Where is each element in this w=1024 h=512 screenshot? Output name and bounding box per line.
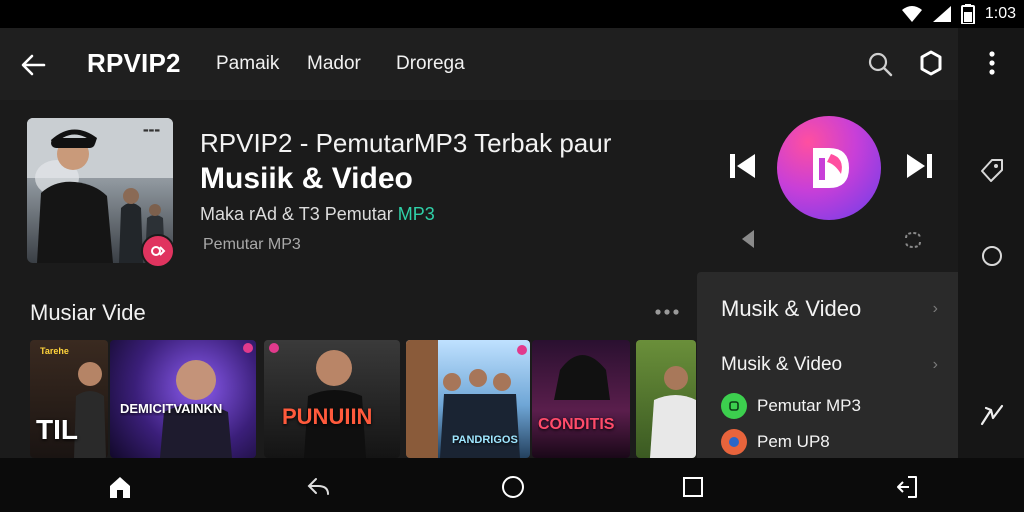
wifi-icon bbox=[901, 6, 922, 22]
tile-1[interactable]: Tarehe TIL bbox=[30, 340, 108, 458]
next-icon[interactable] bbox=[903, 150, 935, 182]
circle-icon[interactable] bbox=[977, 241, 1007, 271]
status-icons: 1:03 bbox=[901, 2, 1016, 26]
chevron-right-icon: › bbox=[932, 356, 938, 373]
hero-meta-small: Pemutar MP3 bbox=[203, 236, 301, 253]
tile-caption: TIL bbox=[36, 414, 78, 445]
system-nav-bar bbox=[0, 458, 1024, 512]
sparkle-icon[interactable] bbox=[977, 400, 1007, 430]
home-circle-icon[interactable] bbox=[500, 474, 526, 500]
tile-art bbox=[160, 343, 253, 458]
tile-art bbox=[650, 366, 696, 458]
tile-art bbox=[554, 355, 610, 400]
app-bar: RPVIP2 Pamaik Mador Drorega bbox=[0, 28, 958, 100]
tile-caption: PUNUIIN bbox=[282, 404, 373, 429]
hero-meta-accent: MP3 bbox=[397, 204, 435, 224]
repeat-icon[interactable] bbox=[902, 230, 924, 250]
recents-icon[interactable] bbox=[680, 474, 706, 500]
home-icon[interactable] bbox=[107, 474, 133, 500]
svg-text:▬▬▬: ▬▬▬ bbox=[143, 127, 160, 134]
green-app-icon bbox=[721, 393, 747, 419]
chevron-right-icon: › bbox=[932, 300, 938, 317]
exit-icon[interactable] bbox=[894, 474, 920, 500]
small-previous-icon[interactable] bbox=[738, 228, 758, 250]
orange-app-icon bbox=[721, 429, 747, 455]
overflow-menu-icon[interactable] bbox=[977, 48, 1007, 78]
dropdown-item-musik-video-1[interactable]: Musik & Video › bbox=[721, 296, 942, 322]
hero-headline: RPVIP2 - PemutarMP3 Terbak paur bbox=[200, 128, 612, 158]
dropdown-item-label: Pem UP8 bbox=[757, 432, 830, 451]
status-bar: 1:03 bbox=[0, 0, 1024, 28]
app-title: RPVIP2 bbox=[87, 48, 181, 78]
app-logo-icon bbox=[813, 148, 849, 188]
tile-caption: PANDRIGOS bbox=[452, 434, 518, 446]
dropdown-item-musik-video-2[interactable]: Musik & Video › bbox=[721, 354, 942, 376]
main-content: ▬▬▬ RPVIP2 - PemutarMP3 Terbak paur Musi… bbox=[0, 100, 958, 458]
previous-icon[interactable] bbox=[727, 150, 759, 182]
more-icon[interactable] bbox=[652, 300, 682, 324]
signal-icon bbox=[932, 6, 951, 22]
tile-caption: CONDITIS bbox=[538, 416, 615, 433]
tab-mador[interactable]: Mador bbox=[307, 53, 361, 75]
right-rail bbox=[958, 28, 1024, 458]
dropdown-item-pemutar-mp3[interactable]: Pemutar MP3 bbox=[721, 393, 942, 419]
tab-drorega[interactable]: Drorega bbox=[396, 53, 465, 75]
battery-icon bbox=[960, 4, 975, 24]
tile-caption: DEMICITVAINKN bbox=[120, 401, 223, 416]
search-icon[interactable] bbox=[866, 50, 894, 78]
tile-5[interactable]: CONDITIS bbox=[532, 340, 630, 458]
back-icon[interactable] bbox=[306, 474, 332, 500]
dropdown-item-label: Musik & Video bbox=[721, 296, 862, 321]
tile-3[interactable]: PUNUIIN bbox=[264, 340, 400, 458]
dropdown-item-pem-up8[interactable]: Pem UP8 bbox=[721, 429, 942, 455]
tile-6[interactable] bbox=[636, 340, 696, 458]
dropdown-item-label: Musik & Video bbox=[721, 354, 843, 375]
hero-subheadline: Musiik & Video bbox=[200, 162, 413, 195]
tile-2[interactable]: DEMICITVAINKN bbox=[110, 340, 256, 458]
dropdown-item-label: Pemutar MP3 bbox=[757, 396, 861, 415]
play-logo[interactable] bbox=[777, 116, 881, 220]
context-dropdown: Musik & Video › Musik & Video › Pemutar … bbox=[697, 272, 958, 458]
link-icon bbox=[151, 246, 166, 256]
tag-icon[interactable] bbox=[977, 155, 1007, 185]
tile-4[interactable]: PANDRIGOS bbox=[406, 340, 530, 458]
cover-badge-button[interactable] bbox=[141, 234, 175, 268]
tab-pamaik[interactable]: Pamaik bbox=[216, 53, 279, 75]
tile-art bbox=[269, 343, 366, 458]
cast-icon[interactable] bbox=[916, 48, 946, 78]
section-title: Musiar Vide bbox=[30, 300, 146, 325]
hero-meta-text: Maka rAd & T3 Pemutar bbox=[200, 204, 398, 224]
status-time: 1:03 bbox=[984, 5, 1016, 22]
hero-meta: Maka rAd & T3 Pemutar MP3 bbox=[200, 204, 435, 225]
back-arrow-icon[interactable] bbox=[18, 50, 48, 80]
